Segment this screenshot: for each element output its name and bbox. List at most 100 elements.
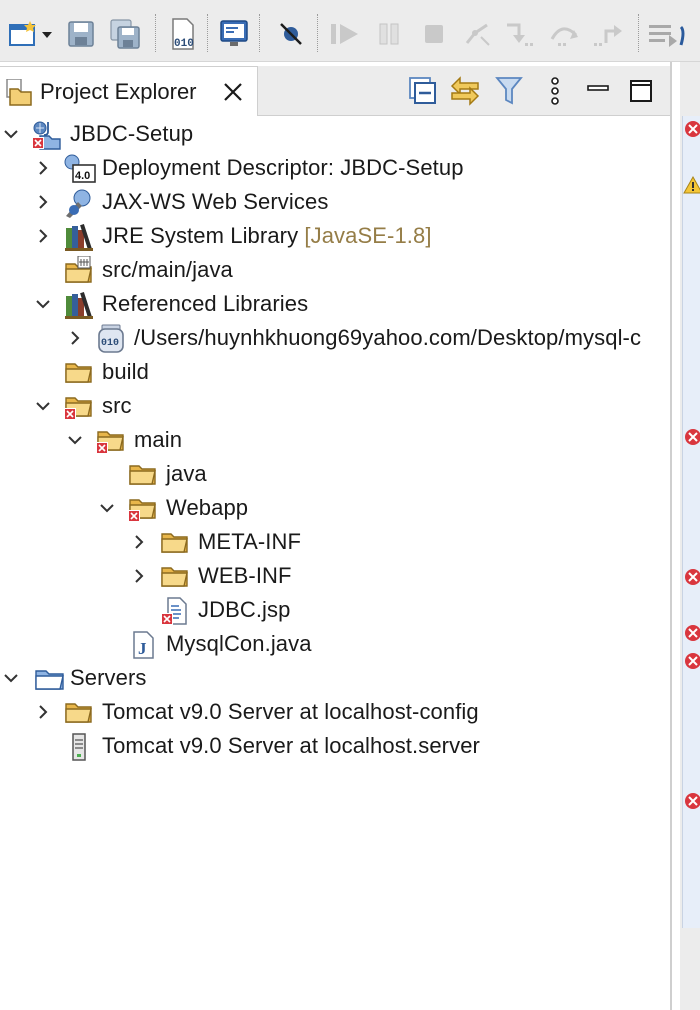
minimize-button[interactable] bbox=[580, 72, 614, 110]
jar-icon: 010 bbox=[96, 324, 126, 353]
tree-item[interactable]: build bbox=[0, 355, 670, 389]
error-marker-icon[interactable] bbox=[683, 624, 700, 642]
warning-marker-icon[interactable] bbox=[683, 176, 700, 194]
filter-button[interactable] bbox=[492, 72, 526, 110]
tree-item[interactable]: Tomcat v9.0 Server at localhost-config bbox=[0, 695, 670, 729]
step-over-button[interactable] bbox=[548, 16, 582, 52]
tree-item[interactable]: src/main/java bbox=[0, 253, 670, 287]
tree-item[interactable]: main bbox=[0, 423, 670, 457]
collapse-all-button[interactable] bbox=[406, 72, 440, 110]
open-type-button[interactable]: 010 bbox=[166, 16, 200, 52]
chevron-right-icon[interactable] bbox=[34, 227, 52, 245]
skip-breakpoints-button[interactable] bbox=[274, 16, 308, 52]
tree-item-label: JBDC-Setup bbox=[70, 121, 194, 146]
tree-item[interactable]: META-INF bbox=[0, 525, 670, 559]
step-filters-icon bbox=[649, 25, 685, 47]
error-marker-icon[interactable] bbox=[683, 568, 700, 586]
error-marker-icon[interactable] bbox=[683, 120, 700, 138]
chevron-right-icon[interactable] bbox=[66, 329, 84, 347]
error-marker-icon[interactable] bbox=[683, 792, 700, 810]
error-marker-icon[interactable] bbox=[683, 652, 700, 670]
tree-item[interactable]: JBDC-Setup bbox=[0, 117, 670, 151]
project-explorer-icon bbox=[6, 78, 34, 112]
chevron-right-icon[interactable] bbox=[34, 193, 52, 211]
tree-item-label: main bbox=[134, 427, 183, 452]
folder-icon bbox=[64, 698, 94, 726]
chevron-down-icon[interactable] bbox=[34, 397, 52, 415]
minimize-icon bbox=[587, 85, 609, 91]
maximize-button[interactable] bbox=[624, 72, 658, 110]
folder-error-icon bbox=[128, 494, 158, 522]
main-toolbar: 010 bbox=[0, 0, 700, 62]
tree-item[interactable]: WEB-INF bbox=[0, 559, 670, 593]
svg-text:4.0: 4.0 bbox=[75, 170, 90, 182]
suspend-button[interactable] bbox=[372, 16, 406, 52]
save-all-icon bbox=[110, 19, 140, 49]
tree-item[interactable]: java bbox=[0, 457, 670, 491]
tree-item-label: src/main/java bbox=[102, 257, 233, 282]
tree-item[interactable]: Servers bbox=[0, 661, 670, 695]
chevron-down-icon[interactable] bbox=[34, 295, 52, 313]
tree-item[interactable]: 010 /Users/huynhkhuong69yahoo.com/Deskto… bbox=[0, 321, 670, 355]
folder-icon bbox=[64, 358, 94, 386]
error-marker-icon[interactable] bbox=[683, 428, 700, 446]
toolbar-separator bbox=[317, 14, 319, 52]
view-menu-button[interactable] bbox=[538, 72, 572, 110]
library-icon bbox=[64, 290, 94, 319]
resume-button[interactable] bbox=[328, 16, 362, 52]
disconnect-button[interactable] bbox=[460, 16, 494, 52]
tree-item-label: Referenced Libraries bbox=[102, 291, 309, 316]
tree-item-decoration: [JavaSE-1.8] bbox=[298, 223, 432, 248]
tree-item[interactable]: src bbox=[0, 389, 670, 423]
tree-item[interactable]: Referenced Libraries bbox=[0, 287, 670, 321]
step-return-button[interactable] bbox=[592, 16, 626, 52]
step-into-icon bbox=[507, 23, 533, 46]
project-tree: JBDC-Setup 4.0 Deployment Descriptor: JB… bbox=[0, 116, 670, 1010]
svg-text:J: J bbox=[138, 639, 147, 658]
console-icon bbox=[220, 20, 248, 46]
tree-item-label: JAX-WS Web Services bbox=[102, 189, 329, 214]
tree-item[interactable]: JDBC.jsp bbox=[0, 593, 670, 627]
chevron-right-icon[interactable] bbox=[130, 533, 148, 551]
chevron-right-icon[interactable] bbox=[34, 703, 52, 721]
suspend-icon bbox=[379, 23, 399, 45]
tree-item[interactable]: 4.0 Deployment Descriptor: JBDC-Setup bbox=[0, 151, 670, 185]
terminate-button[interactable] bbox=[417, 16, 451, 52]
folder-icon bbox=[160, 528, 190, 556]
deployment-descriptor-icon: 4.0 bbox=[64, 154, 96, 183]
save-all-button[interactable] bbox=[108, 16, 142, 52]
svg-text:010: 010 bbox=[101, 338, 119, 349]
chevron-down-icon[interactable] bbox=[98, 499, 116, 517]
open-console-button[interactable] bbox=[218, 16, 252, 52]
chevron-down-icon[interactable] bbox=[2, 125, 20, 143]
tree-item[interactable]: J MysqlCon.java bbox=[0, 627, 670, 661]
tree-item-label: JRE System Library [JavaSE-1.8] bbox=[102, 223, 432, 248]
chevron-right-icon[interactable] bbox=[130, 567, 148, 585]
tree-item[interactable]: JRE System Library [JavaSE-1.8] bbox=[0, 219, 670, 253]
tree-item-label: Deployment Descriptor: JBDC-Setup bbox=[102, 155, 464, 180]
tree-item[interactable]: JAX-WS Web Services bbox=[0, 185, 670, 219]
svg-text:010: 010 bbox=[174, 38, 194, 50]
save-button[interactable] bbox=[64, 16, 98, 52]
step-into-button[interactable] bbox=[503, 16, 537, 52]
use-step-filters-button[interactable] bbox=[646, 16, 686, 52]
toolbar-separator bbox=[207, 14, 209, 52]
project-icon bbox=[32, 120, 62, 150]
disconnect-icon bbox=[465, 23, 490, 46]
chevron-right-icon[interactable] bbox=[34, 159, 52, 177]
view-divider[interactable] bbox=[670, 62, 672, 1010]
tree-item-label: Servers bbox=[70, 665, 147, 690]
folder-icon bbox=[160, 562, 190, 590]
link-with-editor-button[interactable] bbox=[448, 72, 482, 110]
close-icon[interactable] bbox=[220, 79, 246, 110]
tree-item[interactable]: Webapp bbox=[0, 491, 670, 525]
tab-project-explorer[interactable]: Project Explorer bbox=[0, 66, 258, 117]
maximize-icon bbox=[630, 80, 652, 102]
tree-item-label: MysqlCon.java bbox=[166, 631, 312, 656]
chevron-down-icon[interactable] bbox=[2, 669, 20, 687]
new-wizard-button[interactable] bbox=[4, 16, 56, 52]
server-file-icon bbox=[64, 732, 94, 761]
chevron-down-icon[interactable] bbox=[66, 431, 84, 449]
tree-item[interactable]: Tomcat v9.0 Server at localhost.server bbox=[0, 729, 670, 763]
save-icon bbox=[68, 21, 94, 47]
